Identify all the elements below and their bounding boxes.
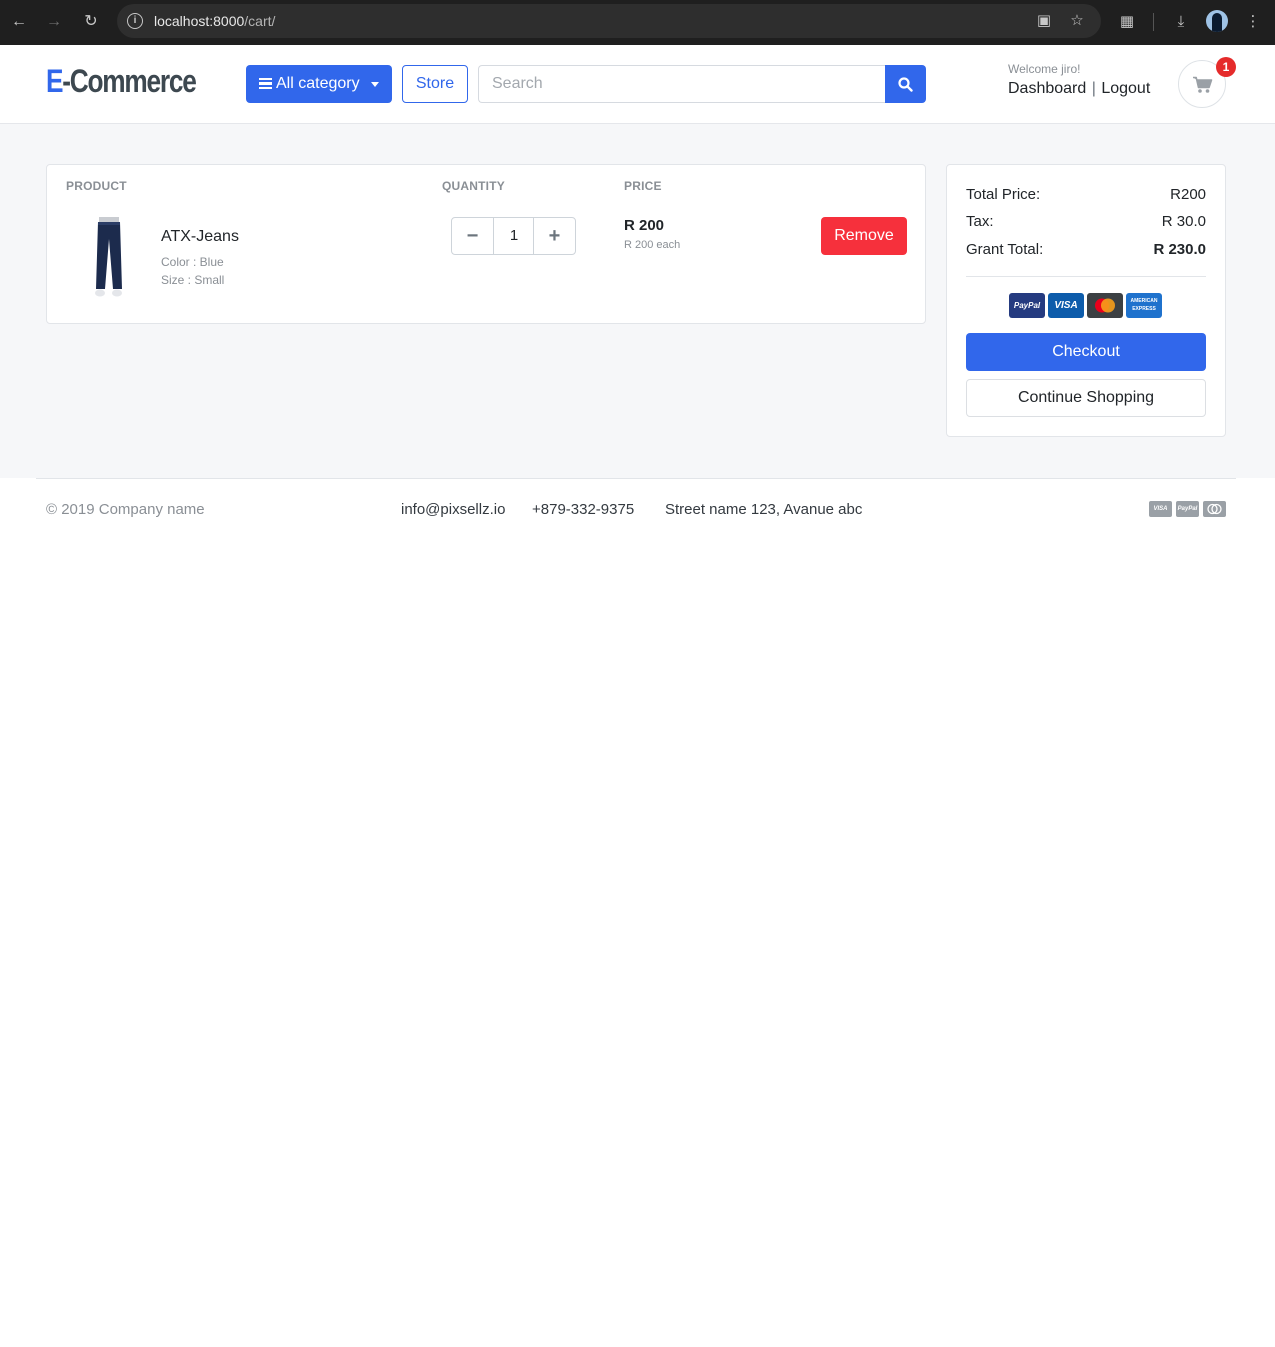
all-category-dropdown[interactable]: All category: [246, 65, 392, 103]
dashboard-link[interactable]: Dashboard: [1008, 80, 1086, 97]
amex-icon: AMERICAN EXPRESS: [1126, 293, 1162, 318]
item-unit-price: R 200 each: [624, 239, 681, 251]
footer-email: info@pixsellz.io: [401, 501, 506, 518]
increase-quantity-button[interactable]: +: [533, 218, 575, 254]
address-bar[interactable]: i localhost:8000/cart/ ▣ ☆: [117, 4, 1101, 38]
checkout-button[interactable]: Checkout: [966, 333, 1206, 371]
visa-icon: VISA: [1048, 293, 1084, 318]
tax-label: Tax:: [966, 213, 994, 230]
mastercard-icon: [1087, 293, 1123, 318]
summary-divider: [966, 276, 1206, 277]
decrease-quantity-button[interactable]: −: [452, 218, 494, 254]
caret-down-icon: [371, 82, 379, 87]
url-path: /cart/: [244, 13, 276, 29]
profile-avatar[interactable]: [1206, 10, 1228, 32]
forward-arrow-icon[interactable]: →: [43, 11, 65, 33]
paypal-icon: PayPal: [1176, 501, 1199, 517]
footer-divider: [36, 478, 1236, 479]
browser-toolbar: ← → ↻ i localhost:8000/cart/ ▣ ☆ ▦ ⤓ ⋮: [0, 0, 1275, 45]
search-icon: [898, 77, 913, 92]
search-button[interactable]: [885, 65, 926, 103]
logo-rest: -Commerce: [62, 63, 197, 99]
visa-icon: VISA: [1149, 501, 1172, 517]
column-header-quantity: QUANTITY: [442, 179, 505, 193]
url-host: localhost:8000: [154, 13, 245, 29]
site-info-icon[interactable]: i: [127, 13, 143, 29]
tax-value: R 30.0: [1161, 213, 1206, 230]
product-image-jeans[interactable]: [87, 217, 131, 299]
total-price-label: Total Price:: [966, 186, 1041, 203]
mastercard-circles: [1207, 503, 1222, 515]
paypal-icon: PayPal: [1009, 293, 1045, 318]
screenshot-lens-icon[interactable]: ▣: [1033, 10, 1055, 32]
toolbar-divider: [1153, 13, 1154, 31]
back-arrow-icon[interactable]: ←: [8, 11, 30, 33]
footer-address: Street name 123, Avanue abc: [665, 501, 863, 518]
logo-initial: E: [46, 63, 63, 99]
grand-total-value: R 230.0: [1153, 241, 1206, 258]
product-name[interactable]: ATX-Jeans: [161, 228, 239, 246]
brand-logo[interactable]: E-Commerce: [46, 63, 197, 100]
column-header-product: PRODUCT: [66, 179, 127, 193]
cart-count-badge: 1: [1216, 57, 1236, 77]
cart-table: PRODUCT QUANTITY PRICE ATX-Jeans Color :…: [46, 164, 926, 324]
quantity-stepper: − 1 +: [451, 217, 576, 255]
logout-link[interactable]: Logout: [1101, 80, 1150, 97]
kebab-menu-icon[interactable]: ⋮: [1242, 11, 1264, 33]
site-header: E-Commerce All category Store Welcome ji…: [0, 45, 1275, 124]
mastercard-icon: [1203, 501, 1226, 517]
mastercard-circles: [1095, 298, 1115, 313]
store-button[interactable]: Store: [402, 65, 468, 103]
item-price: R 200: [624, 217, 665, 234]
grand-total-row: Grant Total: R 230.0: [966, 241, 1206, 258]
total-price-value: R200: [1170, 186, 1206, 203]
cart-page: PRODUCT QUANTITY PRICE ATX-Jeans Color :…: [0, 124, 1275, 478]
order-summary: Total Price: R200 Tax: R 30.0 Grant Tota…: [946, 164, 1226, 437]
grand-total-label: Grant Total:: [966, 241, 1044, 258]
extensions-puzzle-icon[interactable]: ▦: [1116, 11, 1138, 33]
continue-shopping-button[interactable]: Continue Shopping: [966, 379, 1206, 417]
quantity-value[interactable]: 1: [494, 218, 534, 254]
shopping-cart-icon: [1193, 76, 1213, 93]
remove-button[interactable]: Remove: [821, 217, 907, 255]
search-input[interactable]: [478, 65, 886, 103]
url-text: localhost:8000/cart/: [154, 13, 275, 29]
total-price-row: Total Price: R200: [966, 186, 1206, 203]
category-label: All category: [276, 75, 360, 92]
footer-phone: +879-332-9375: [532, 501, 635, 518]
user-links: Dashboard | Logout: [1008, 80, 1150, 98]
link-separator: |: [1087, 80, 1101, 97]
product-size: Size : Small: [161, 273, 225, 287]
bookmark-star-icon[interactable]: ☆: [1066, 10, 1088, 32]
footer-copyright: © 2019 Company name: [46, 501, 205, 518]
reload-icon[interactable]: ↻: [80, 11, 102, 33]
welcome-text: Welcome jiro!: [1008, 62, 1081, 76]
hamburger-icon: [259, 78, 272, 89]
tax-row: Tax: R 30.0: [966, 213, 1206, 230]
product-color: Color : Blue: [161, 255, 224, 269]
download-icon[interactable]: ⤓: [1170, 11, 1192, 33]
column-header-price: PRICE: [624, 179, 662, 193]
